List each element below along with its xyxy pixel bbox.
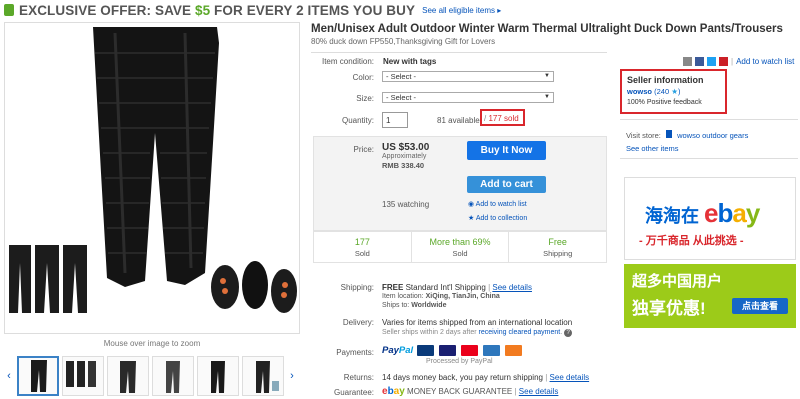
quantity-input[interactable]: 1 [382,112,408,128]
star-icon: ★ [468,215,475,222]
payment-methods: PayPal [382,345,523,356]
size-select[interactable]: - Select - ▼ [382,92,554,103]
divider [620,119,798,120]
payments-label: Payments: [336,348,374,357]
stats-bar: 177 Sold More than 69% Sold Free Shipping [313,231,607,263]
promo-banner: EXCLUSIVE OFFER: SAVE $5 FOR EVERY 2 ITE… [0,0,800,20]
seller-score-link[interactable]: (240 ★) [654,87,680,96]
size-label: Size: [356,94,374,103]
visit-store-row: Visit store: wowso outdoor gears [626,130,749,140]
condition-value: New with tags [383,57,437,66]
positive-feedback: 100% Positive feedback [627,99,702,106]
stat-percent-sold: More than 69% Sold [412,232,510,262]
discover-icon [505,345,523,356]
buy-it-now-button[interactable]: Buy It Now [467,141,546,160]
shipping-info: FREE Standard Int'l Shipping | See detai… [382,283,532,292]
seller-name-row: wowso (240 ★) [627,87,720,96]
thumbnail[interactable] [107,356,149,396]
sold-count[interactable]: / 177 sold [484,114,519,123]
price-value: US $53.00 [382,142,430,153]
add-to-watch-list-link[interactable]: Add to watch list [736,57,794,66]
promo-text: EXCLUSIVE OFFER: SAVE $5 FOR EVERY 2 ITE… [19,2,416,18]
visa-icon [439,345,457,356]
thumbnail[interactable] [152,356,194,396]
ebay-logo: ebay [382,386,405,397]
rmb-price: RMB 338.40 [382,161,425,170]
pinterest-icon[interactable] [719,57,728,66]
ad1-subline: - 万千商品 从此挑选 - [639,235,744,247]
ships-to: Ships to: Worldwide [382,302,447,309]
guarantee-info: ebay MONEY BACK GUARANTEE | See details [382,386,559,397]
stat-sold: 177 Sold [314,232,412,262]
ad-ebay-china[interactable]: 海淘在 ebay - 万千商品 从此挑选 - [624,177,796,260]
item-subtitle: 80% duck down FP550,Thanksgiving Gift fo… [311,37,496,46]
see-other-items-link[interactable]: See other items [626,144,679,153]
chevron-down-icon: ▼ [544,94,550,100]
returns-label: Returns: [343,373,374,382]
tag-icon [4,4,14,16]
store-link[interactable]: wowso outdoor gears [677,131,748,140]
add-watch-row[interactable]: ◉ Add to watch list [468,200,527,208]
price-label: Price: [353,145,374,154]
approx-label: Approximately [382,153,427,160]
thumbnail-strip: ‹ › [4,353,302,399]
zoom-hint: Mouse over image to zoom [103,339,201,348]
quantity-label: Quantity: [341,116,374,125]
shipping-label: Shipping: [340,283,374,292]
seller-heading: Seller information [627,75,704,85]
item-title: Men/Unisex Adult Outdoor Winter Warm The… [311,23,783,35]
ad2-line1: 超多中国用户 [632,273,723,290]
email-icon[interactable] [683,57,692,66]
add-collection-row[interactable]: ★ Add to collection [468,214,527,222]
ad2-view-button[interactable]: 点击查看 [732,298,788,314]
returns-info: 14 days money back, you pay return shipp… [382,373,590,382]
add-to-cart-button[interactable]: Add to cart [467,176,546,193]
ad-china-users[interactable]: 超多中国用户 独享优惠! 点击查看 [624,264,796,328]
returns-see-details-link[interactable]: See details [550,373,590,382]
thumbnail[interactable] [17,356,59,396]
ad2-line2: 独享优惠! [632,299,706,318]
delivery-label: Delivery: [342,318,374,327]
processed-by-paypal: Processed by PayPal [426,358,493,365]
color-select[interactable]: - Select - ▼ [382,71,554,82]
next-arrow-icon[interactable]: › [287,370,297,382]
delivery-line1: Varies for items shipped from an interna… [382,318,573,327]
store-icon [665,130,672,138]
item-location: Item location: XiQing, TianJin, China [382,293,500,300]
see-eligible-items-link[interactable]: See all eligible items ▸ [422,6,501,15]
mastercard-icon [461,345,479,356]
condition-label: Item condition: [321,57,374,66]
delivery-line2: Seller ships within 2 days after receivi… [382,329,573,337]
thumbnail[interactable] [242,356,284,396]
share-bar: | Add to watch list [683,57,794,66]
main-product-image[interactable] [4,22,300,334]
ad1-headline: 海淘在 ebay [645,198,760,228]
watching-count: 135 watching [382,200,430,209]
seller-info-box: Seller information wowso (240 ★) 100% Po… [620,69,727,114]
shipping-see-details-link[interactable]: See details [492,283,532,292]
star-icon: ★ [671,87,678,96]
divider [620,158,798,159]
stat-free-shipping: Free Shipping [543,237,573,258]
chevron-down-icon: ▼ [544,73,550,79]
divider [311,52,607,53]
eye-icon: ◉ [468,201,475,208]
color-label: Color: [352,73,374,82]
amex-icon [483,345,501,356]
thumbnail[interactable] [62,356,104,396]
help-icon[interactable]: ? [564,329,573,337]
prev-arrow-icon[interactable]: ‹ [4,370,14,382]
seller-name-link[interactable]: wowso [627,87,652,96]
card-icon [417,345,435,356]
available-count: 81 available [437,116,480,125]
facebook-icon[interactable] [695,57,704,66]
thumbnail[interactable] [197,356,239,396]
cleared-payment-link[interactable]: receiving cleared payment [479,329,561,336]
twitter-icon[interactable] [707,57,716,66]
guarantee-label: Guarantee: [333,388,374,397]
guarantee-see-details-link[interactable]: See details [519,387,559,396]
paypal-logo: PayPal [382,345,414,356]
